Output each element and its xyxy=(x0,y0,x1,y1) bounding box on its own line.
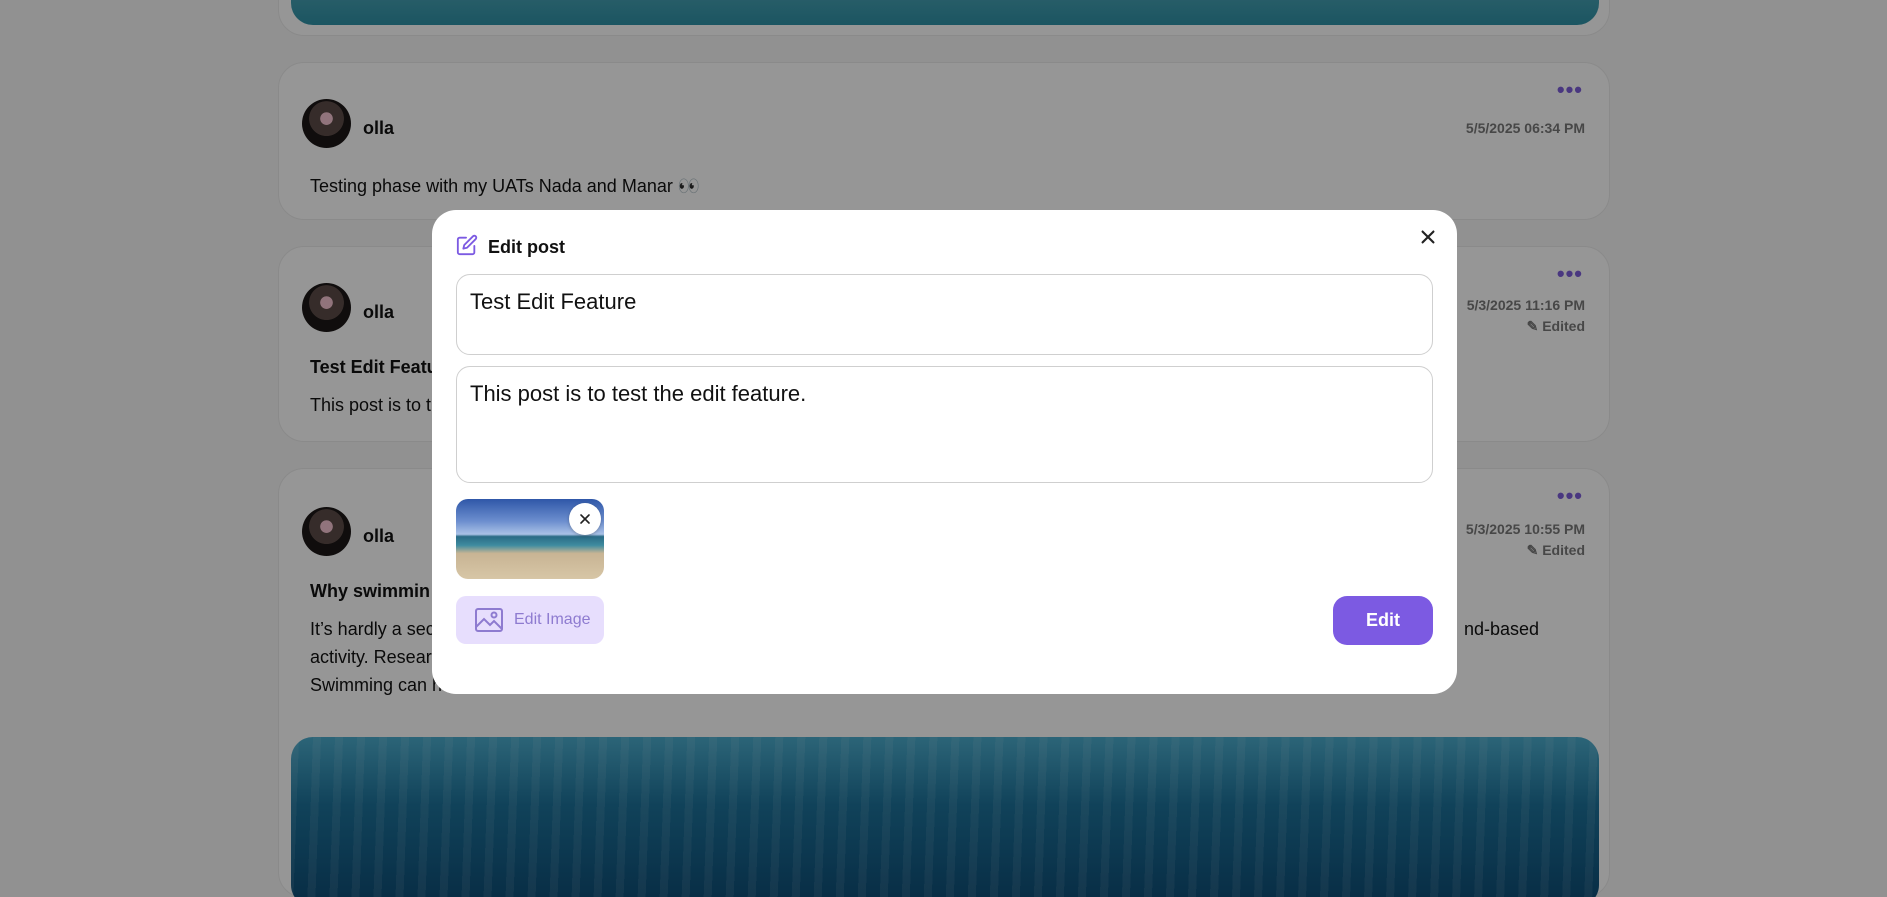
edit-image-label: Edit Image xyxy=(514,611,591,628)
post-title-input[interactable]: Test Edit Feature xyxy=(456,274,1433,355)
close-icon xyxy=(580,514,590,524)
modal-title: Edit post xyxy=(488,237,565,257)
post-body-textarea[interactable]: This post is to test the edit feature. xyxy=(456,366,1433,483)
edit-pencil-icon xyxy=(456,234,478,256)
close-icon[interactable] xyxy=(1415,224,1441,250)
remove-image-button[interactable] xyxy=(569,503,601,535)
image-icon xyxy=(475,608,503,632)
edit-post-modal: Edit post Test Edit Feature This post is… xyxy=(432,210,1457,694)
submit-edit-button[interactable]: Edit xyxy=(1333,596,1433,645)
edit-image-button[interactable]: Edit Image xyxy=(456,596,604,644)
